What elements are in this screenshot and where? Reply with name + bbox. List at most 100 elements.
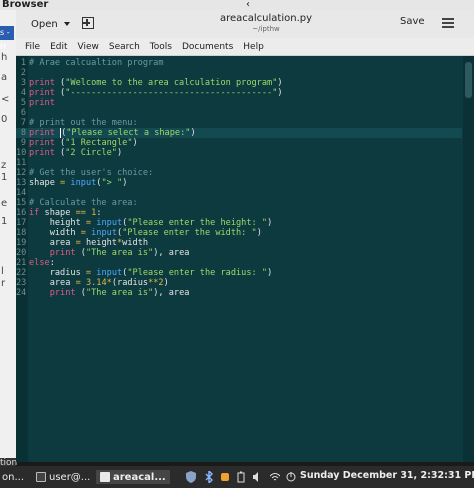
code-line-text: print ("The area is"), area [49,288,190,298]
code-line[interactable]: 21 else: [16,258,462,268]
background-browser-title: Browser [2,0,49,10]
background-text: e [1,198,8,209]
menu-documents[interactable]: Documents [177,38,238,56]
code-line[interactable]: 23 area = 3.14*(radius**2) [16,278,462,288]
taskbar-item[interactable]: on... [2,470,24,484]
code-line[interactable]: 6 [16,108,462,118]
line-number: 1 [20,58,26,68]
background-text: 1 [1,216,8,227]
line-number: 5 [20,98,26,108]
code-line-text: print ("1 Rectangle") [29,138,138,148]
code-line[interactable]: 8 print ("Please select a shape:") [16,128,462,138]
taskbar-item-label: user@... [49,471,91,483]
code-line-text: area = 3.14*(radius**2) [29,278,169,288]
line-number: 18 [16,228,27,238]
code-line-text: # Arae calcualtion program [29,58,164,68]
code-line[interactable]: 9 print ("1 Rectangle") [16,138,462,148]
line-number: 11 [16,158,27,168]
background-text: r [1,278,6,289]
code-line[interactable]: 10 print ("2 Circle") [16,148,462,158]
wifi-icon[interactable] [270,471,280,483]
taskbar-item-terminal[interactable]: user@... [36,470,90,484]
code-line[interactable]: 19 area = height*width [16,238,462,248]
menu-help[interactable]: Help [238,38,269,56]
code-line[interactable]: 15 # Calculate the area: [16,198,462,208]
code-line[interactable]: 20 print ("The area is"), area [16,248,462,258]
line-number: 6 [20,108,26,118]
code-line-text: if shape == 1: [29,208,102,218]
code-line[interactable]: 14 [16,188,462,198]
hamburger-menu-icon[interactable] [442,16,456,30]
menu-file[interactable]: File [20,38,45,56]
menu-view[interactable]: View [73,38,104,56]
code-line[interactable]: 11 [16,158,462,168]
window-title: areacalculation.py ~/ipthw [206,13,326,34]
code-line[interactable]: 22 radius = input("Please enter the radi… [16,268,462,278]
line-number: 13 [16,178,27,188]
line-number: 19 [16,238,27,248]
code-content[interactable]: 1 # Arae calcualtion program 2 3 print ("Wel… [16,58,462,298]
file-name: areacalculation.py [219,13,313,24]
code-line[interactable]: 2 [16,68,462,78]
code-line[interactable]: 17 height = input("Please enter the heig… [16,218,462,228]
code-line[interactable]: 18 width = input("Please enter the width… [16,228,462,238]
line-number: 24 [16,288,27,298]
open-button[interactable]: Open [24,14,74,34]
background-window-edge: s - H h a < 0 z 1 e 1 l r [0,10,16,462]
code-line-text: print ("The area is"), area [49,248,190,258]
battery-icon[interactable] [236,471,246,483]
shield-icon[interactable] [186,471,196,483]
code-line-text: else: [29,258,55,268]
code-line-text: print ("Welcome to the area calculation … [29,78,283,88]
code-line-text: shape = input("> ") [29,178,128,188]
vertical-scrollbar[interactable] [463,56,474,462]
line-number: 22 [16,268,27,278]
volume-icon[interactable] [252,471,262,483]
code-editor[interactable]: 1 # Arae calcualtion program 2 3 print ("Wel… [16,56,474,462]
bluetooth-icon[interactable] [204,471,214,483]
update-icon[interactable] [220,471,230,483]
code-line-text: width = input("Please enter the width: "… [29,228,262,238]
code-line-text: area = height*width [29,238,149,248]
code-line[interactable]: 16 if shape == 1: [16,208,462,218]
code-line[interactable]: 24 print ("The area is"), area [16,288,462,298]
taskbar-item-label: areacal... [113,471,166,483]
code-line[interactable]: 5 print [16,98,462,108]
background-text: 1 [1,172,8,183]
code-line-text: # print out the menu: [29,118,138,128]
menu-edit[interactable]: Edit [45,38,72,56]
new-document-icon[interactable] [82,17,94,29]
menu-bar: File Edit View Search Tools Documents He… [16,38,474,56]
background-text: < [1,94,10,105]
line-number: 16 [16,208,27,218]
line-number: 4 [20,88,26,98]
code-line-text: print ("--------------------------------… [29,88,283,98]
line-number: 9 [20,138,26,148]
code-line[interactable]: 1 # Arae calcualtion program [16,58,462,68]
save-button[interactable]: Save [400,16,425,27]
code-line[interactable]: 13 shape = input("> ") [16,178,462,188]
menu-tools[interactable]: Tools [145,38,177,56]
code-line[interactable]: 4 print ("-------------------------------… [16,88,462,98]
menu-search[interactable]: Search [104,38,145,56]
code-line[interactable]: 3 print ("Welcome to the area calculation… [16,78,462,88]
line-number: 12 [16,168,27,178]
code-line-text: # Get the user's choice: [29,168,154,178]
background-text: l [1,266,4,277]
code-line[interactable]: 12 # Get the user's choice: [16,168,462,178]
background-tab[interactable]: s - H [0,26,14,51]
text-editor-icon [100,472,110,482]
scrollbar-thumb[interactable] [465,62,472,98]
code-line[interactable]: 7 # print out the menu: [16,118,462,128]
code-line-text: height = input("Please enter the height:… [29,218,273,228]
line-number: 21 [16,258,27,268]
clock[interactable]: Sunday December 31, 2:32:31 PM [300,470,474,481]
taskbar-item-editor[interactable]: areacal... [96,470,170,484]
background-browser-arrow-icon[interactable]: ‹ [246,0,250,10]
taskbar: on... user@... areacal... Sunday Decembe… [0,466,474,488]
file-path: ~/ipthw [252,25,280,33]
line-number: 20 [16,248,27,258]
power-icon[interactable] [286,471,296,483]
